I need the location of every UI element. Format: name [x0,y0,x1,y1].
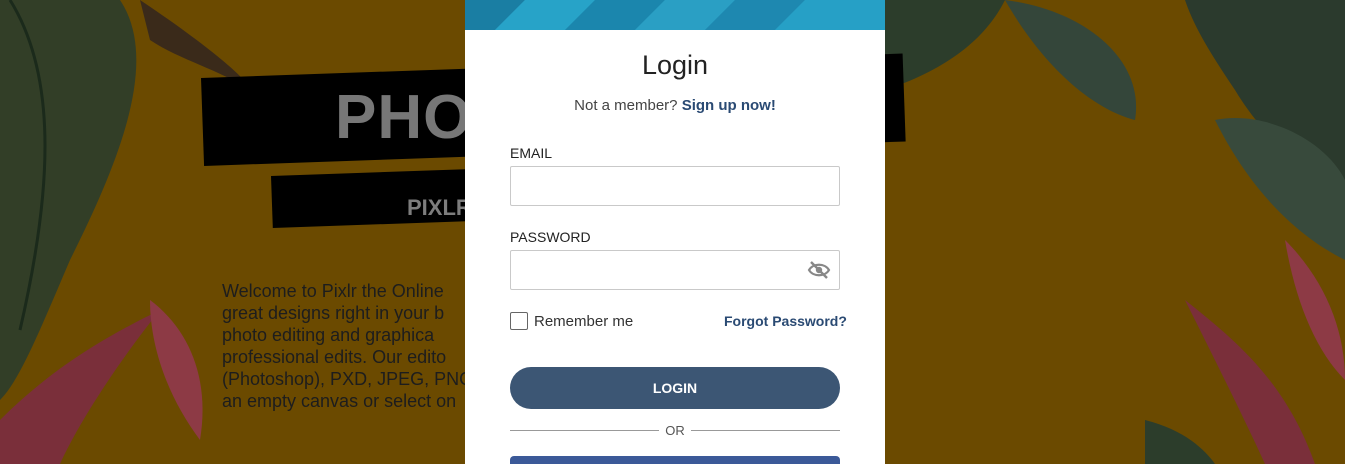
email-field[interactable] [510,166,840,206]
login-button[interactable]: LOGIN [510,367,840,409]
signup-prompt: Not a member? Sign up now! [465,97,885,114]
or-divider: OR [510,421,840,439]
divider-line [690,429,840,431]
forgot-password-link[interactable]: Forgot Password? [724,313,847,329]
leaf-decoration-left [0,0,250,464]
leaf-decoration-right [885,0,1345,464]
remember-me: Remember me [510,312,633,330]
password-label: PASSWORD [510,229,591,245]
banner-pattern [465,0,885,30]
member-prompt-text: Not a member? [574,97,678,114]
hero-subtitle: PIXLR [407,195,472,220]
password-field[interactable] [510,250,840,290]
or-text: OR [665,422,685,438]
email-label: EMAIL [510,145,553,161]
divider-line [510,429,660,431]
modal-header-banner [465,0,885,30]
eye-slash-icon[interactable] [807,260,831,280]
login-title: Login [641,50,709,80]
social-login-button[interactable] [510,456,840,464]
remember-me-label: Remember me [534,312,634,330]
signup-link[interactable]: Sign up now! [682,97,776,114]
login-modal: Login Not a member? Sign up now! EMAIL P… [465,0,885,464]
remember-me-checkbox[interactable] [510,312,528,330]
